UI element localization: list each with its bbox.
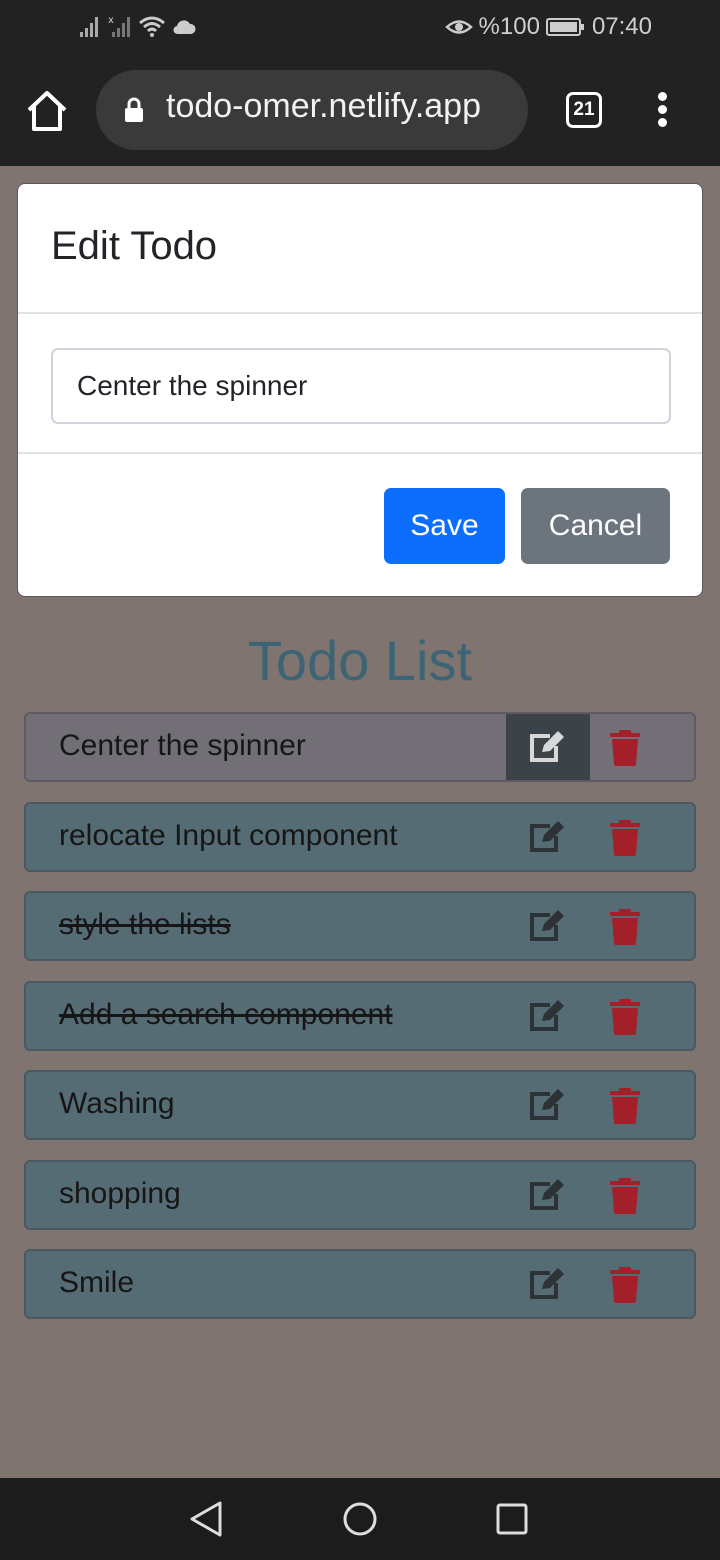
edit-modal: Edit Todo Save Cancel: [17, 183, 703, 597]
clock: 07:40: [591, 13, 652, 40]
home-nav-icon[interactable]: [342, 1500, 378, 1538]
cancel-button[interactable]: Cancel: [521, 488, 670, 564]
signal-off-icon: x: [108, 15, 130, 37]
todo-text[interactable]: Smile: [59, 1266, 134, 1300]
edit-todo-input[interactable]: [51, 348, 671, 424]
edit-icon[interactable]: [506, 1251, 590, 1317]
todo-item[interactable]: Smile: [24, 1249, 696, 1319]
status-icons: x: [80, 14, 196, 38]
eye-icon: [444, 20, 473, 34]
todo-item[interactable]: shopping: [24, 1159, 696, 1230]
todo-text[interactable]: Add a search component: [59, 998, 393, 1032]
todo-text[interactable]: relocate Input component: [59, 819, 398, 853]
address-bar[interactable]: todo-omer.netlify.app: [96, 70, 528, 150]
modal-header: Edit Todo: [18, 184, 702, 314]
svg-text:x: x: [108, 15, 114, 26]
trash-icon[interactable]: [610, 819, 640, 861]
status-bar: x %100 07:40: [0, 0, 720, 56]
home-icon[interactable]: [24, 88, 70, 134]
edit-icon[interactable]: [506, 893, 590, 959]
page-title: Todo List: [247, 629, 473, 692]
edit-icon[interactable]: [506, 1162, 590, 1228]
todo-item[interactable]: relocate Input component: [24, 801, 696, 872]
modal-title: Edit Todo: [51, 224, 218, 268]
edit-icon[interactable]: [506, 1072, 590, 1138]
edit-icon[interactable]: [506, 983, 590, 1049]
trash-icon[interactable]: [610, 998, 640, 1040]
url-text[interactable]: todo-omer.netlify.app: [166, 87, 481, 126]
modal-footer: Save Cancel: [18, 454, 702, 596]
trash-icon[interactable]: [610, 1088, 640, 1129]
edit-icon[interactable]: [506, 804, 590, 870]
todo-text[interactable]: Washing: [59, 1087, 175, 1121]
save-button[interactable]: Save: [384, 488, 505, 564]
todo-text[interactable]: shopping: [59, 1177, 181, 1211]
edit-icon[interactable]: [506, 714, 590, 780]
system-nav-bar: [0, 1478, 720, 1560]
recents-icon[interactable]: [494, 1500, 530, 1538]
trash-icon[interactable]: [610, 1267, 640, 1308]
todo-item[interactable]: Center the spinner: [24, 712, 696, 782]
tab-switcher-button[interactable]: 21: [566, 92, 602, 128]
more-menu-icon[interactable]: [650, 92, 674, 132]
lock-icon: [125, 97, 143, 122]
modal-body: [18, 314, 702, 454]
todo-text[interactable]: style the lists: [59, 908, 231, 942]
back-icon[interactable]: [188, 1500, 224, 1538]
battery-icon: [545, 18, 584, 36]
todo-item[interactable]: style the lists: [24, 891, 696, 961]
trash-icon[interactable]: [610, 1177, 640, 1219]
todo-item[interactable]: Washing: [24, 1070, 696, 1140]
trash-icon[interactable]: [610, 909, 640, 950]
wifi-icon: [139, 16, 165, 37]
cloud-icon: [173, 20, 196, 35]
signal-icon: [80, 17, 98, 37]
todo-item[interactable]: Add a search component: [24, 980, 696, 1051]
todo-text[interactable]: Center the spinner: [59, 729, 306, 763]
browser-toolbar: todo-omer.netlify.app 21: [0, 56, 720, 166]
trash-icon[interactable]: [610, 730, 640, 771]
status-right: %100 07:40: [444, 13, 652, 41]
battery-text: %100: [478, 13, 540, 40]
